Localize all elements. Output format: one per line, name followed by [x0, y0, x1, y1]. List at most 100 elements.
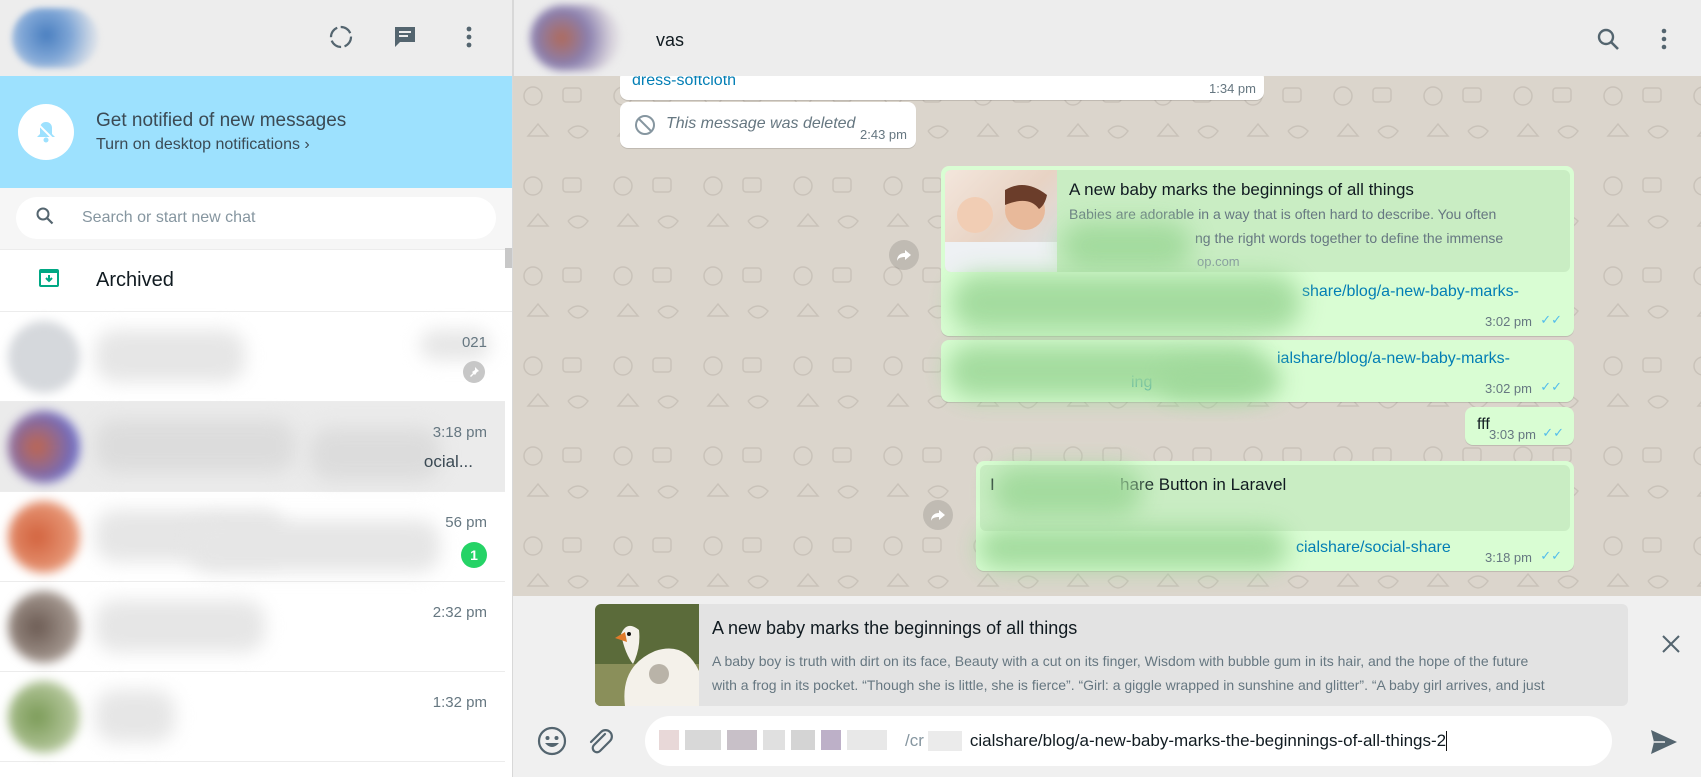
scrollbar-thumb[interactable]: [505, 248, 512, 268]
pin-icon: [463, 361, 485, 383]
redaction-blur: [1061, 222, 1191, 270]
notification-title: Get notified of new messages: [96, 110, 347, 131]
blurred-chat-name: [95, 600, 265, 652]
search-input[interactable]: [82, 209, 442, 227]
chat-panel: vas dress-softcloth 1:34 pm This message…: [513, 0, 1701, 777]
outgoing-message[interactable]: I hare Button in Laravel cialshare/socia…: [976, 461, 1574, 571]
sidebar-header: [0, 0, 512, 76]
link-preview-image: [595, 604, 699, 706]
unread-badge: 1: [461, 542, 487, 568]
chat-list-item[interactable]: 56 pm 1: [0, 492, 505, 582]
redaction-blur: [992, 467, 1142, 517]
contact-name[interactable]: vas: [656, 30, 684, 51]
composer-link-preview: A new baby marks the beginnings of all t…: [513, 596, 1701, 706]
chat-list-item[interactable]: 021: [0, 312, 505, 402]
bell-off-icon: [18, 104, 74, 160]
incoming-message[interactable]: dress-softcloth 1:34 pm: [620, 76, 1264, 100]
message-link[interactable]: cialshare/social-share: [1296, 539, 1451, 557]
avatar: [8, 320, 80, 393]
redaction-blur: [659, 730, 899, 752]
message-link[interactable]: ialshare/blog/a-new-baby-marks-: [1277, 350, 1510, 368]
profile-avatar[interactable]: [12, 8, 98, 68]
message-time: 1:34 pm: [1209, 81, 1256, 96]
avatar: [8, 410, 80, 483]
preview-desc-line: A baby boy is truth with dirt on its fac…: [712, 653, 1529, 669]
deleted-message[interactable]: This message was deleted 2:43 pm: [620, 102, 916, 148]
blurred-chat-name: [310, 428, 440, 480]
composer-text: cialshare/blog/a-new-baby-marks-the-begi…: [969, 731, 1447, 750]
chat-time: 2:32 pm: [432, 604, 487, 621]
close-icon[interactable]: [1661, 634, 1681, 659]
search-bar: [0, 188, 512, 250]
preview-domain: op.com: [1197, 254, 1240, 269]
avatar: [8, 500, 80, 573]
redaction-blur: [978, 527, 1288, 569]
archived-label: Archived: [96, 269, 174, 291]
message-time: 3:02 pm: [1485, 381, 1532, 396]
link-preview-card[interactable]: I hare Button in Laravel: [980, 465, 1570, 531]
message-link[interactable]: dress-softcloth: [632, 76, 736, 90]
outgoing-message[interactable]: ialshare/blog/a-new-baby-marks- ing 3:02…: [941, 340, 1574, 402]
preview-desc-line: with a frog in its pocket. “Though she i…: [712, 677, 1545, 693]
outgoing-message[interactable]: fff 3:03 pm ✓✓: [1465, 407, 1574, 445]
new-chat-icon[interactable]: [392, 24, 418, 50]
archive-icon: [38, 267, 60, 294]
notification-banner: Get notified of new messages Turn on des…: [0, 76, 512, 188]
read-ticks-icon: ✓✓: [1540, 312, 1562, 327]
chat-list-item[interactable]: 3:18 pm ocial...: [0, 402, 505, 492]
blurred-chat-name: [95, 690, 175, 742]
message-list[interactable]: dress-softcloth 1:34 pm This message was…: [513, 76, 1701, 596]
message-time: 3:18 pm: [1485, 550, 1532, 565]
chat-list-item[interactable]: 1:32 pm: [0, 672, 505, 762]
composer-fragment: /cr: [905, 731, 924, 750]
read-ticks-icon: ✓✓: [1540, 379, 1562, 394]
blurred-chat-name: [95, 420, 295, 472]
link-preview-image: [945, 170, 1057, 272]
link-preview-card[interactable]: A new baby marks the beginnings of all t…: [595, 604, 1628, 706]
forward-icon[interactable]: [923, 500, 953, 530]
preview-desc: Babies are adorable in a way that is oft…: [1069, 206, 1497, 222]
chat-list-item[interactable]: 2:32 pm: [0, 582, 505, 672]
chat-header: vas: [513, 0, 1701, 76]
enable-notifications-link[interactable]: Turn on desktop notifications ›: [96, 136, 346, 154]
message-time: 3:02 pm: [1485, 314, 1532, 329]
search-icon: [36, 207, 54, 230]
blurred-chat-name: [95, 330, 245, 382]
avatar: [8, 680, 80, 753]
message-composer: /cr cialshare/blog/a-new-baby-marks-the-…: [513, 706, 1701, 777]
search-icon[interactable]: [1595, 26, 1621, 52]
outgoing-message[interactable]: A new baby marks the beginnings of all t…: [941, 166, 1574, 336]
read-ticks-icon: ✓✓: [1542, 425, 1564, 440]
sidebar: Get notified of new messages Turn on des…: [0, 0, 513, 777]
chat-time: 1:32 pm: [432, 694, 487, 711]
message-text: fff: [1477, 416, 1490, 433]
avatar: [8, 590, 80, 663]
text-caret: [1446, 731, 1448, 751]
redaction-blur: [951, 274, 1301, 332]
status-icon[interactable]: [328, 24, 354, 50]
redaction-blur: [1161, 364, 1281, 398]
redaction-blur: [927, 731, 962, 751]
menu-icon[interactable]: [456, 24, 482, 50]
message-time: 3:03 pm: [1489, 427, 1536, 442]
preview-desc: ng the right words together to define th…: [1195, 230, 1504, 246]
forward-icon[interactable]: [889, 240, 919, 270]
deleted-icon: [634, 114, 656, 141]
menu-icon[interactable]: [1651, 26, 1677, 52]
message-link[interactable]: share/blog/a-new-baby-marks-: [1302, 283, 1519, 301]
archived-row[interactable]: Archived: [0, 250, 512, 312]
emoji-icon[interactable]: [537, 726, 567, 761]
whatsapp-web-app: Get notified of new messages Turn on des…: [0, 0, 1701, 777]
deleted-message-text: This message was deleted: [666, 115, 856, 132]
chat-time: 3:18 pm: [432, 424, 487, 441]
chat-time: 021: [461, 334, 487, 351]
send-icon[interactable]: [1649, 728, 1679, 761]
read-ticks-icon: ✓✓: [1540, 548, 1562, 563]
paperclip-icon[interactable]: [585, 726, 615, 761]
chat-snippet: ocial...: [423, 452, 473, 471]
blurred-chat-name: [190, 520, 440, 572]
message-input[interactable]: /cr cialshare/blog/a-new-baby-marks-the-…: [645, 716, 1612, 766]
contact-avatar[interactable]: [530, 5, 620, 71]
preview-title: hare Button in Laravel: [1120, 475, 1287, 494]
link-preview-card[interactable]: A new baby marks the beginnings of all t…: [945, 170, 1570, 272]
